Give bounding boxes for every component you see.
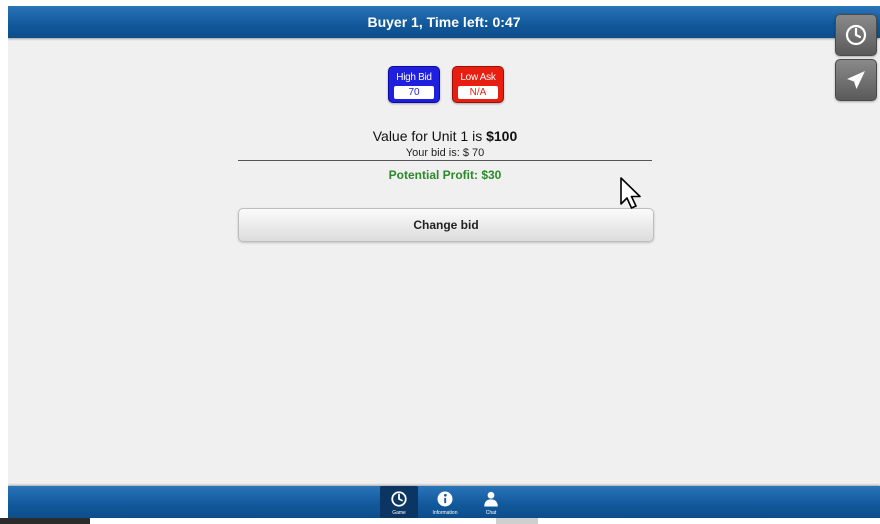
change-bid-label: Change bid (413, 218, 479, 232)
nav-chat-label: Chat (485, 510, 497, 516)
unit-value-text: Value for Unit 1 is $100 (238, 128, 652, 144)
mouse-pointer-icon (620, 177, 641, 209)
nav-game-label: Game (392, 510, 406, 516)
nav-game-tab[interactable]: Game (380, 486, 418, 518)
low-ask-badge: Low Ask N/A (452, 66, 504, 103)
unit-value-amount: $100 (486, 128, 518, 144)
low-ask-value: N/A (458, 86, 498, 99)
nav-information-tab[interactable]: Information (426, 486, 464, 518)
potential-profit-text: Potential Profit: $30 (388, 168, 502, 182)
nav-information-label: Information (432, 510, 458, 516)
high-bid-value: 70 (394, 86, 434, 99)
clock-button[interactable] (835, 14, 877, 56)
high-bid-badge: High Bid 70 (388, 66, 440, 103)
header-bar: Buyer 1, Time left: 0:47 (8, 6, 880, 38)
high-bid-label: High Bid (396, 72, 432, 83)
header-title: Buyer 1, Time left: 0:47 (367, 14, 521, 30)
person-icon (484, 491, 498, 507)
send-button[interactable] (835, 59, 877, 101)
clock-icon (391, 491, 407, 507)
app-screen: Buyer 1, Time left: 0:47 High Bid 70 Low… (8, 6, 880, 518)
change-bid-button[interactable]: Change bid (238, 208, 654, 242)
info-icon (437, 491, 453, 507)
nav-chat-tab[interactable]: Chat (472, 486, 510, 518)
unit-value-prefix: Value for Unit 1 is (372, 128, 487, 144)
bottom-nav-bar: Game Information Chat (8, 486, 880, 518)
divider (238, 160, 652, 161)
clock-icon (845, 24, 867, 46)
paper-plane-icon (847, 71, 865, 89)
low-ask-label: Low Ask (460, 72, 496, 83)
taskbar-tab (496, 518, 538, 524)
your-bid-text: Your bid is: $ 70 (405, 147, 485, 159)
taskbar-strip (0, 518, 90, 524)
